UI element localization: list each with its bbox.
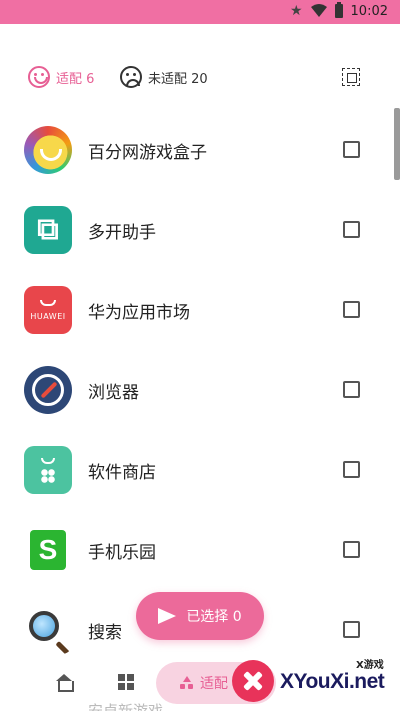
app-name: 软件商店 [88,463,156,483]
app-checkbox[interactable] [343,301,360,318]
nav-item-adapt-label: 适配 [200,676,228,692]
sad-face-icon [120,66,142,88]
watermark-text: XYouXi.net [280,670,385,693]
baifen-icon [24,126,72,174]
filter-bar: 适配 6 未适配 20 [0,62,400,96]
filter-unadapted-label: 未适配 20 [148,71,208,87]
watermark-small-text: X游戏 [356,660,384,671]
wifi-icon [310,4,327,17]
list-item[interactable]: 软件商店 [0,430,400,510]
home-icon[interactable] [55,674,74,692]
list-item[interactable]: HUAWEI 华为应用市场 [0,270,400,350]
list-item[interactable]: 浏览器 [0,350,400,430]
send-icon [158,608,177,624]
browser-compass-icon [24,366,72,414]
filter-adapted-label: 适配 6 [56,71,95,87]
app-checkbox[interactable] [343,541,360,558]
app-name: 浏览器 [88,383,139,403]
status-bar: ★ 10:02 [0,0,400,24]
duokai-icon: ⧉ [24,206,72,254]
app-name: 手机乐园 [88,543,156,563]
app-checkbox[interactable] [343,621,360,638]
app-name: 百分网游戏盒子 [88,143,207,163]
list-item[interactable]: ⧉ 多开助手 [0,190,400,270]
smile-face-icon [28,66,50,88]
app-name: 搜索 [88,623,122,643]
search-magnifier-icon [24,606,72,654]
battery-icon [334,2,343,18]
app-checkbox[interactable] [343,461,360,478]
huawei-appgallery-icon: HUAWEI [24,286,72,334]
app-name: 多开助手 [88,223,156,243]
app-checkbox[interactable] [343,141,360,158]
star-icon: ★ [289,3,303,19]
app-name: 华为应用市场 [88,303,190,323]
selected-count-button[interactable]: 已选择 0 [136,592,264,640]
list-item[interactable]: S 手机乐园 [0,510,400,590]
app-checkbox[interactable] [343,381,360,398]
grid-icon[interactable] [118,674,134,690]
software-store-icon [24,446,72,494]
select-all-icon[interactable] [342,68,360,86]
gamepad-logo-icon [232,660,274,702]
app-checkbox[interactable] [343,221,360,238]
shapes-icon [180,676,194,690]
list-item[interactable]: 百分网游戏盒子 [0,110,400,190]
fab-label: 已选择 0 [186,609,242,625]
filter-unadapted[interactable]: 未适配 20 [120,66,208,88]
watermark: X游戏 XYouXi.net [228,652,398,708]
scrollbar[interactable] [394,108,400,180]
shouji-leyuan-icon: S [24,526,72,574]
status-time: 10:02 [350,3,388,19]
filter-adapted[interactable]: 适配 6 [28,66,94,88]
